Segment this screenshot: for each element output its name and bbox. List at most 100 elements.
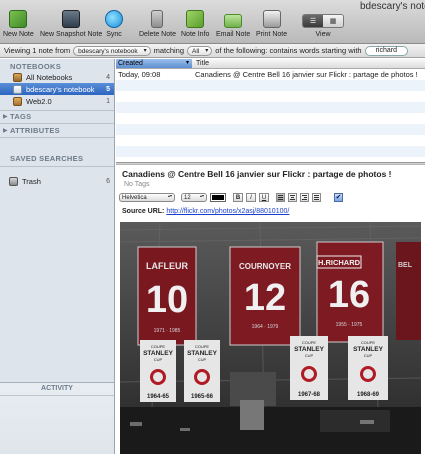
- svg-text:10: 10: [146, 279, 188, 321]
- note-tags[interactable]: No Tags: [124, 181, 150, 188]
- svg-text:COUPE: COUPE: [195, 344, 210, 349]
- window-title: bdescary's noteb: [360, 1, 425, 12]
- notebooks-header: NOTEBOOKS: [10, 62, 62, 71]
- sidebar-item-web20[interactable]: Web2.0 1: [0, 95, 114, 107]
- saved-searches-header: SAVED SEARCHES: [10, 154, 84, 163]
- sidebar-item-trash[interactable]: Trash 6: [0, 175, 114, 187]
- note-info-button[interactable]: Note Info: [181, 10, 209, 38]
- note-photo: LAFLEUR 10 1971 · 1985 COURNOYER 12 1964…: [120, 222, 421, 454]
- jersey-banner: BEL: [396, 242, 421, 340]
- font-size-popup[interactable]: 12: [181, 193, 207, 202]
- printer-icon: [262, 10, 281, 28]
- toolbar: bdescary's noteb New Note New Snapshot N…: [0, 0, 425, 44]
- stanley-cup-banner: COUPE STANLEY CUP 1967-68: [290, 336, 328, 400]
- divider: [0, 110, 114, 111]
- empty-row: [116, 91, 425, 102]
- align-center-button[interactable]: [288, 193, 297, 202]
- column-header-created[interactable]: Created: [116, 59, 192, 68]
- underline-button[interactable]: U: [259, 193, 269, 202]
- column-header-title[interactable]: Title: [194, 59, 209, 68]
- svg-text:LAFLEUR: LAFLEUR: [146, 261, 188, 271]
- new-snapshot-note-button[interactable]: New Snapshot Note: [40, 10, 102, 38]
- filter-matching-label: matching: [153, 46, 185, 55]
- stanley-cup-banner: COUPE STANLEY CUP 1968-69: [348, 336, 388, 400]
- align-left-button[interactable]: [276, 193, 285, 202]
- note-list-header: Created Title: [116, 59, 425, 69]
- svg-text:STANLEY: STANLEY: [294, 346, 325, 353]
- email-note-button[interactable]: Email Note: [216, 10, 250, 38]
- note-list: Created Title Today, 09:08 Canadiens @ C…: [116, 59, 425, 162]
- svg-text:CUP: CUP: [154, 357, 163, 362]
- source-url-label: Source URL:: [122, 208, 165, 215]
- source-url-link[interactable]: http://flickr.com/photos/x2asj/88010100/: [166, 208, 289, 215]
- jersey-banner: H.RICHARD 16 1955 · 1975: [316, 241, 384, 343]
- new-note-button[interactable]: New Note: [3, 10, 34, 38]
- list-view-icon[interactable]: ☰: [303, 15, 323, 27]
- svg-text:1965-66: 1965-66: [191, 394, 214, 400]
- italic-button[interactable]: I: [246, 193, 256, 202]
- sidebar-item-bdescary-notebook[interactable]: bdescary's notebook 5: [0, 83, 114, 95]
- svg-text:1964 · 1979: 1964 · 1979: [252, 324, 279, 330]
- sidebar-item-all-notebooks[interactable]: All Notebooks 4: [0, 71, 114, 83]
- divider: [0, 166, 114, 167]
- new-note-icon: [9, 10, 28, 28]
- attributes-header[interactable]: ATTRIBUTES: [10, 126, 60, 135]
- email-icon: [224, 14, 243, 28]
- activity-header: ACTIVITY: [41, 385, 73, 392]
- note-editor: Canadiens @ Centre Bell 16 janvier sur F…: [116, 165, 425, 454]
- print-note-button[interactable]: Print Note: [256, 10, 287, 38]
- view-control: ☰ ▦ View: [302, 10, 344, 38]
- filter-prefix: Viewing 1 note from: [4, 46, 71, 55]
- tags-header[interactable]: TAGS: [10, 112, 31, 121]
- empty-row: [116, 135, 425, 146]
- jersey-banner: LAFLEUR 10 1971 · 1985: [137, 246, 197, 346]
- source-url-row: Source URL: http://flickr.com/photos/x2a…: [122, 208, 289, 215]
- divider: [0, 123, 114, 124]
- svg-text:1967-68: 1967-68: [298, 392, 321, 398]
- svg-text:1968-69: 1968-69: [357, 392, 380, 398]
- text-color-swatch[interactable]: [210, 193, 226, 202]
- format-bar: Helvetica 12 B I U ✔: [119, 193, 343, 202]
- notebook-icon: [13, 96, 22, 106]
- svg-text:COUPE: COUPE: [151, 344, 166, 349]
- svg-text:CUP: CUP: [305, 353, 314, 358]
- svg-text:STANLEY: STANLEY: [353, 346, 384, 353]
- disclosure-triangle-icon[interactable]: ▶: [3, 113, 8, 120]
- empty-row: [116, 80, 425, 91]
- grid-view-icon[interactable]: ▦: [323, 15, 343, 27]
- filter-suffix: of the following: contains words startin…: [215, 46, 362, 55]
- svg-text:H.RICHARD: H.RICHARD: [318, 258, 361, 267]
- svg-text:12: 12: [244, 277, 286, 319]
- svg-text:STANLEY: STANLEY: [187, 350, 218, 357]
- stanley-cup-banner: COUPE STANLEY CUP 1964-65: [140, 340, 176, 402]
- empty-row: [116, 113, 425, 124]
- notebook-icon: [13, 84, 22, 94]
- align-right-button[interactable]: [300, 193, 309, 202]
- svg-text:COURNOYER: COURNOYER: [239, 262, 291, 271]
- svg-text:16: 16: [328, 274, 370, 316]
- match-mode-popup[interactable]: All: [187, 45, 213, 56]
- disclosure-triangle-icon[interactable]: ▶: [3, 127, 8, 134]
- svg-text:CUP: CUP: [198, 357, 207, 362]
- align-justify-button[interactable]: [312, 193, 321, 202]
- bold-button[interactable]: B: [233, 193, 243, 202]
- svg-text:STANLEY: STANLEY: [143, 350, 174, 357]
- info-icon: [186, 10, 205, 28]
- table-row[interactable]: Today, 09:08 Canadiens @ Centre Bell 16 …: [116, 69, 425, 80]
- font-family-popup[interactable]: Helvetica: [119, 193, 175, 202]
- empty-row: [116, 102, 425, 113]
- delete-note-button[interactable]: Delete Note: [139, 10, 176, 38]
- svg-text:COUPE: COUPE: [302, 340, 317, 345]
- checkbox-button[interactable]: ✔: [334, 193, 343, 202]
- note-title[interactable]: Canadiens @ Centre Bell 16 janvier sur F…: [122, 169, 392, 179]
- svg-text:CUP: CUP: [364, 353, 373, 358]
- stanley-cup-banner: COUPE STANLEY CUP 1965-66: [184, 340, 220, 402]
- filter-bar: Viewing 1 note from bdescary's notebook …: [0, 44, 425, 58]
- notebook-filter-popup[interactable]: bdescary's notebook: [73, 45, 151, 56]
- search-term-token[interactable]: richard: [364, 45, 408, 56]
- sync-button[interactable]: Sync: [105, 10, 123, 38]
- note-created: Today, 09:08: [118, 70, 161, 79]
- divider: [0, 395, 114, 396]
- svg-text:BEL: BEL: [398, 262, 413, 269]
- svg-text:1964-65: 1964-65: [147, 394, 170, 400]
